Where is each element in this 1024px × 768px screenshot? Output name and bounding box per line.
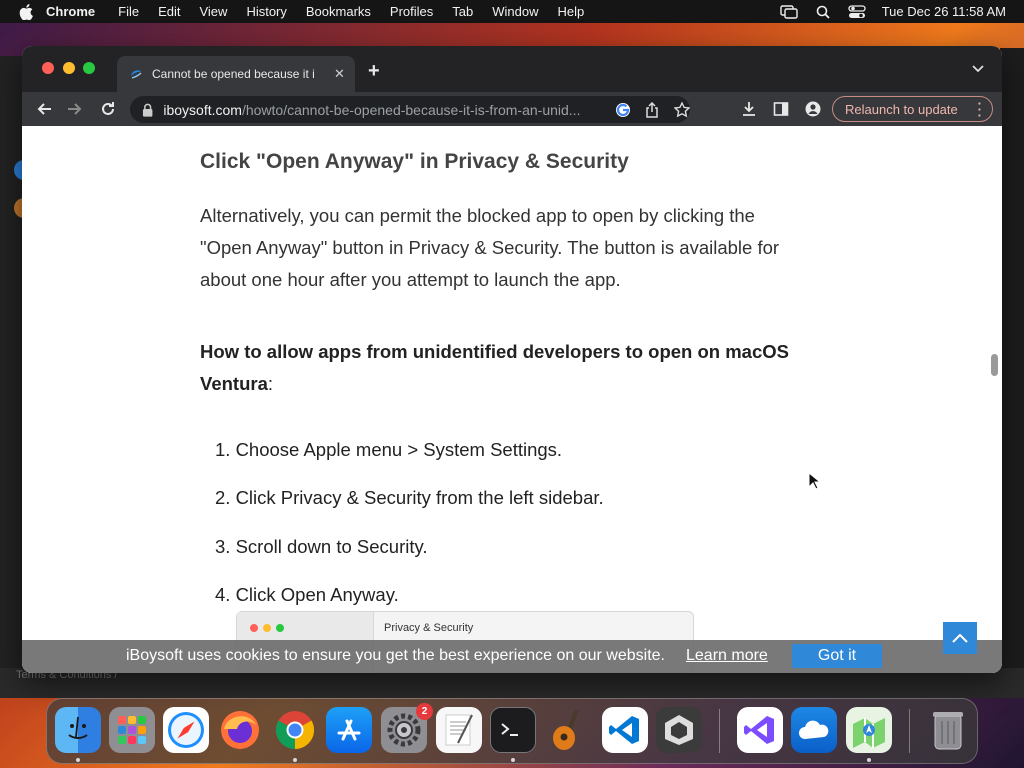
list-item: 3. Scroll down to Security. [215, 536, 428, 557]
chrome-menu-kebab-icon[interactable]: · · · [978, 97, 982, 122]
got-it-button[interactable]: Got it [792, 644, 882, 668]
menu-view[interactable]: View [199, 4, 227, 19]
mouse-pointer-icon [808, 472, 820, 490]
screenshot-close-dot [250, 624, 258, 632]
menu-clock[interactable]: Tue Dec 26 11:58 AM [882, 4, 1006, 19]
screenshot-minimize-dot [263, 624, 271, 632]
fullscreen-window-button[interactable] [83, 62, 95, 74]
relaunch-label: Relaunch to update [845, 101, 958, 117]
profile-avatar-icon[interactable] [805, 101, 821, 117]
menu-edit[interactable]: Edit [158, 4, 180, 19]
dock-separator [719, 709, 720, 753]
lock-icon[interactable] [142, 103, 153, 117]
minimize-window-button[interactable] [63, 62, 75, 74]
background-window-right [1000, 48, 1024, 698]
unity-hub-icon[interactable] [656, 707, 702, 753]
tab-active[interactable]: Cannot be opened because it i ✕ [117, 56, 355, 92]
chevron-up-icon [952, 633, 968, 643]
chrome-window: Cannot be opened because it i ✕ + iboyso… [22, 46, 1002, 673]
iboysoft-favicon-icon [131, 70, 142, 79]
howto-colon: : [267, 373, 273, 394]
settings-notification-badge: 2 [416, 703, 433, 720]
menu-window[interactable]: Window [492, 4, 538, 19]
textedit-icon[interactable] [436, 707, 482, 753]
launchpad-icon[interactable] [109, 707, 155, 753]
article-paragraph: Alternatively, you can permit the blocke… [200, 205, 780, 290]
screenshot-title: Privacy & Security [384, 622, 474, 634]
chrome-running-indicator [293, 758, 297, 762]
cookie-text: iBoysoft uses cookies to ensure you get … [126, 647, 665, 664]
section-heading: Click "Open Anyway" in Privacy & Securit… [200, 150, 629, 173]
howto-bold-text: How to allow apps from unidentified deve… [200, 341, 789, 394]
relaunch-to-update-button[interactable]: Relaunch to update · · · [832, 96, 993, 122]
finder-icon[interactable] [55, 707, 101, 753]
cookie-banner: iBoysoft uses cookies to ensure you get … [22, 640, 1002, 673]
maps-running-indicator [867, 758, 871, 762]
garageband-icon[interactable] [544, 707, 590, 753]
control-center-icon[interactable] [846, 4, 868, 20]
screenshot-zoom-dot [276, 624, 284, 632]
menu-app-name[interactable]: Chrome [46, 4, 95, 19]
spotlight-search-icon[interactable] [812, 4, 834, 20]
tab-search-chevron-icon[interactable] [972, 64, 984, 74]
chrome-icon[interactable] [272, 707, 318, 753]
apple-menu-icon[interactable] [18, 3, 34, 20]
visual-studio-icon[interactable] [737, 707, 783, 753]
safari-icon[interactable] [163, 707, 209, 753]
background-window-left [0, 56, 24, 696]
bookmark-star-icon[interactable] [674, 101, 690, 118]
tab-title: Cannot be opened because it i [152, 67, 315, 81]
terminal-icon[interactable] [490, 707, 536, 753]
tab-close-icon[interactable]: ✕ [334, 66, 345, 82]
google-lens-icon[interactable] [615, 102, 631, 118]
forward-arrow-icon[interactable] [66, 100, 84, 118]
menu-bar: Chrome File Edit View History Bookmarks … [0, 0, 1024, 23]
menu-history[interactable]: History [246, 4, 286, 19]
list-item: 4. Click Open Anyway. [215, 584, 399, 605]
dock-separator-trash [909, 709, 910, 753]
maps-icon[interactable] [846, 707, 892, 753]
firefox-icon[interactable] [217, 707, 263, 753]
page-scrollbar-thumb[interactable] [991, 354, 998, 376]
menu-bookmarks[interactable]: Bookmarks [306, 4, 371, 19]
tab-strip: Cannot be opened because it i ✕ + [22, 46, 1002, 92]
app-store-icon[interactable] [326, 707, 372, 753]
list-item: 1. Choose Apple menu > System Settings. [215, 439, 563, 460]
web-page: Click "Open Anyway" in Privacy & Securit… [22, 126, 1002, 673]
back-arrow-icon[interactable] [35, 100, 53, 118]
scroll-to-top-button[interactable] [943, 622, 977, 654]
finder-running-indicator [76, 758, 80, 762]
new-tab-button[interactable]: + [368, 60, 380, 83]
share-icon[interactable] [645, 101, 660, 118]
howto-intro: How to allow apps from unidentified deve… [200, 336, 810, 400]
close-window-button[interactable] [42, 62, 54, 74]
terminal-running-indicator [511, 758, 515, 762]
menu-profiles[interactable]: Profiles [390, 4, 433, 19]
menu-tab[interactable]: Tab [452, 4, 473, 19]
learn-more-link[interactable]: Learn more [686, 647, 768, 665]
list-item: 2. Click Privacy & Security from the lef… [215, 487, 604, 508]
dock: 2 [46, 698, 978, 764]
url-text[interactable]: iboysoft.com/howto/cannot-be-opened-beca… [163, 102, 600, 118]
screen-mirroring-icon[interactable] [778, 4, 800, 20]
address-bar[interactable]: iboysoft.com/howto/cannot-be-opened-beca… [130, 96, 690, 123]
menu-file[interactable]: File [118, 4, 139, 19]
menu-help[interactable]: Help [558, 4, 585, 19]
trash-icon[interactable] [925, 707, 971, 753]
icloud-weather-icon[interactable] [791, 707, 837, 753]
side-panel-icon[interactable] [773, 101, 789, 117]
vscode-icon[interactable] [602, 707, 648, 753]
downloads-icon[interactable] [741, 101, 757, 117]
browser-toolbar: iboysoft.com/howto/cannot-be-opened-beca… [22, 92, 1002, 126]
reload-icon[interactable] [99, 100, 117, 118]
